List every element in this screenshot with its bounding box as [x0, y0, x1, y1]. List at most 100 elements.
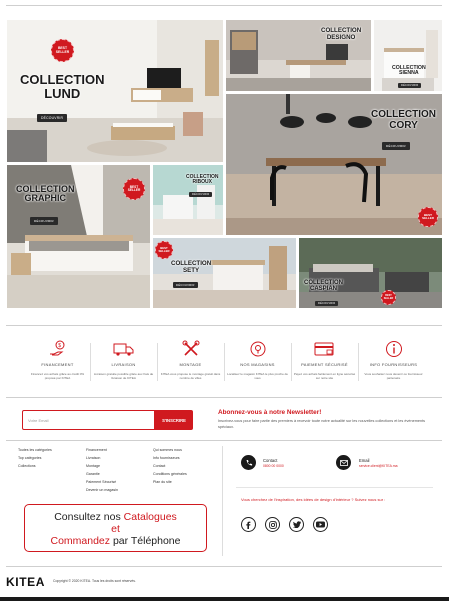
collection-title: COLLECTION SIENNA	[392, 65, 426, 77]
email-icon	[336, 455, 351, 470]
section-divider	[6, 566, 442, 567]
footer-links-col3: Qui sommes nous Info fournisseurs Contac…	[153, 446, 187, 486]
collection-title: COLLECTION LUND	[20, 72, 105, 101]
top-divider	[6, 5, 442, 6]
service-magasins[interactable]: NOS MAGASINS Localisez le magasin KITEA …	[224, 340, 291, 388]
collection-title: COLLECTION CORY	[371, 109, 436, 131]
collection-designo-tile[interactable]: COLLECTION DESIGNO	[226, 20, 371, 91]
newsletter-title: Abonnez-vous à notre Newsletter!	[218, 409, 322, 416]
collection-title: COLLECTION SETY	[171, 260, 212, 274]
discover-button[interactable]: DÉCOUVRIR	[37, 114, 68, 122]
best-seller-badge: BEST SELLER	[418, 207, 438, 227]
best-seller-badge: BEST SELLER	[123, 178, 145, 200]
contact-email-value[interactable]: service.client@KITEA.ma	[359, 464, 398, 468]
instagram-icon[interactable]	[265, 517, 280, 532]
footer-link[interactable]: Paiement Sécurisé	[86, 478, 118, 486]
inspiration-text: Vous cherchez de l'inspiration, des idée…	[241, 497, 386, 502]
info-icon	[360, 340, 427, 358]
hand-money-icon: $	[24, 340, 91, 358]
best-seller-badge: BEST SELLER	[381, 290, 396, 305]
delivery-truck-icon	[90, 340, 157, 358]
contact-phone-label: Contact	[263, 458, 278, 463]
catalog-text: par Téléphone	[110, 535, 181, 547]
service-paiement[interactable]: PAIEMENT SÉCURISÉ Payez vos achats facil…	[291, 340, 358, 388]
footer-link[interactable]: Livraison	[86, 454, 118, 462]
section-divider	[6, 440, 442, 441]
collection-cory-tile[interactable]: BEST SELLER COLLECTION CORY DÉCOUVRIR	[226, 94, 442, 235]
secure-card-icon	[291, 340, 358, 358]
office-image	[374, 20, 442, 91]
service-title: INFO FOURNISSEURS	[369, 362, 418, 367]
service-title: LIVRAISON	[111, 362, 136, 367]
discover-button[interactable]: DÉCOUVRIR	[173, 282, 198, 288]
catalog-order-banner[interactable]: Consultez nos Catalogues et Commandez pa…	[24, 504, 207, 552]
discover-button[interactable]: DÉCOUVRIR	[315, 301, 339, 306]
collection-graphic-tile[interactable]: BEST SELLER COLLECTION GRAPHIC DÉCOUVRIR	[7, 165, 150, 308]
subscribe-button[interactable]: S'INSCRIRE	[155, 410, 193, 430]
discover-button[interactable]: DÉCOUVRIR	[189, 192, 213, 197]
footer-links-col1: Toutes les catégories Top catégories Col…	[18, 446, 52, 470]
contact-divider	[236, 487, 433, 488]
service-desc: KITEA vous propose le montage gratuit da…	[160, 372, 221, 381]
collection-title: COLLECTION RIBOUX	[186, 174, 219, 186]
footer-vertical-divider	[222, 446, 223, 556]
facebook-icon[interactable]	[241, 517, 256, 532]
bottom-bar	[0, 597, 449, 601]
tools-icon	[157, 340, 224, 358]
footer-link[interactable]: Montage	[86, 462, 118, 470]
footer-link[interactable]: Qui sommes nous	[153, 446, 187, 454]
best-seller-badge: BEST SELLER	[155, 241, 173, 259]
footer-link[interactable]: Collections	[18, 462, 52, 470]
service-desc: Localisez le magasin KITEA le plus proch…	[227, 372, 288, 381]
footer-link[interactable]: Garantie	[86, 470, 118, 478]
service-desc: Livraison gratuite possible grâce aux fr…	[93, 372, 154, 381]
service-separator	[358, 343, 359, 381]
service-title: FINANCEMENT	[41, 362, 74, 367]
contact-phone-value[interactable]: 0800 00 0000	[263, 464, 284, 468]
copyright-text: Copyright © 2020 KITEA. Tous les droits …	[53, 579, 136, 583]
catalog-text: et	[111, 523, 120, 535]
collection-title: COLLECTION DESIGNO	[321, 27, 362, 41]
collection-title: COLLECTION GRAPHIC	[16, 184, 75, 204]
discover-button[interactable]: DÉCOUVRIR	[382, 142, 410, 150]
discover-button[interactable]: DÉCOUVRIR	[30, 217, 58, 225]
outdoor-image	[299, 238, 442, 308]
service-title: PAIEMENT SÉCURISÉ	[301, 362, 348, 367]
service-desc: Payez vos achats facilement en ligne séc…	[293, 372, 356, 381]
kitea-logo[interactable]: KITEA	[6, 575, 45, 589]
catalog-text: Consultez nos	[54, 511, 124, 523]
footer-link[interactable]: Plan du site	[153, 478, 187, 486]
section-divider	[6, 397, 442, 398]
service-info-fournisseurs[interactable]: INFO FOURNISSEURS Vous souhaitez nous de…	[360, 340, 427, 388]
footer-link[interactable]: Devenir un magasin	[86, 486, 118, 494]
svg-text:$: $	[58, 343, 61, 349]
collection-title: COLLECTION CASPIAN	[304, 280, 343, 293]
service-montage[interactable]: MONTAGE KITEA vous propose le montage gr…	[157, 340, 224, 388]
collection-riboux-tile[interactable]: COLLECTION RIBOUX DÉCOUVRIR	[153, 165, 223, 235]
phone-icon	[241, 455, 256, 470]
collection-caspian-tile[interactable]: BEST SELLER COLLECTION CASPIAN DÉCOUVRIR	[299, 238, 442, 308]
service-financement[interactable]: $ FINANCEMENT Financez vos achats grâce …	[24, 340, 91, 388]
youtube-icon[interactable]	[313, 517, 328, 532]
catalog-link[interactable]: Catalogues	[124, 511, 177, 523]
footer-link[interactable]: Info fournisseurs	[153, 454, 187, 462]
footer-link[interactable]: Top catégories	[18, 454, 52, 462]
contact-email-label: Email	[359, 458, 370, 463]
collection-sety-tile[interactable]: BEST SELLER COLLECTION SETY DÉCOUVRIR	[153, 238, 296, 308]
footer-link[interactable]: Contact	[153, 462, 187, 470]
best-seller-badge: BEST SELLER	[51, 39, 74, 62]
service-title: NOS MAGASINS	[240, 362, 275, 367]
collection-sienna-tile[interactable]: COLLECTION SIENNA DÉCOUVRIR	[374, 20, 442, 91]
order-link[interactable]: Commandez	[51, 535, 111, 547]
footer-links-col2: Financement Livraison Montage Garantie P…	[86, 446, 118, 495]
service-livraison[interactable]: LIVRAISON Livraison gratuite possible gr…	[90, 340, 157, 388]
footer-link[interactable]: Financement	[86, 446, 118, 454]
footer-link[interactable]: Toutes les catégories	[18, 446, 52, 454]
footer-link[interactable]: Conditions générales	[153, 470, 187, 478]
store-location-icon	[224, 340, 291, 358]
twitter-icon[interactable]	[289, 517, 304, 532]
collection-lund-tile[interactable]: BEST SELLER COLLECTION LUND DÉCOUVRIR	[7, 20, 223, 162]
discover-button[interactable]: DÉCOUVRIR	[398, 83, 422, 88]
newsletter-email-input[interactable]: Votre Email	[22, 410, 155, 430]
service-desc: Financez vos achats grâce au crédit 0% p…	[30, 372, 85, 381]
